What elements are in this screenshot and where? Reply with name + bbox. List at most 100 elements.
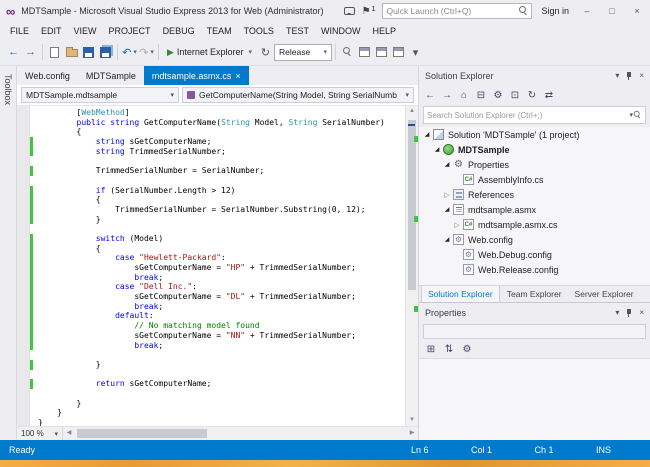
properties-grid[interactable] bbox=[419, 358, 650, 440]
scrollbar-thumb[interactable] bbox=[77, 429, 207, 438]
editor-horizontal-scrollbar[interactable]: ◀ ▶ bbox=[63, 427, 418, 440]
menu-window[interactable]: WINDOW bbox=[315, 24, 367, 38]
code-line[interactable]: string sGetComputerName; bbox=[30, 137, 405, 147]
minimize-button[interactable]: – bbox=[578, 6, 596, 16]
refresh-icon[interactable]: ↻ bbox=[524, 90, 540, 101]
save-icon[interactable] bbox=[80, 42, 97, 62]
close-pane-icon[interactable]: × bbox=[639, 71, 644, 80]
navigate-forward-icon[interactable]: → bbox=[439, 90, 455, 101]
refresh-icon[interactable]: ↻ bbox=[257, 42, 274, 62]
tab-web-config[interactable]: Web.config bbox=[17, 66, 78, 85]
sync-with-active-document-icon[interactable]: ⇄ bbox=[541, 90, 557, 101]
undo-dropdown-icon[interactable]: ▾ bbox=[133, 48, 137, 56]
zoom-control[interactable]: 100 % ▾ bbox=[17, 427, 63, 440]
close-button[interactable]: × bbox=[628, 6, 646, 16]
code-area[interactable]: [WebMethod] public string GetComputerNam… bbox=[30, 106, 405, 426]
editor-vertical-scrollbar[interactable]: ▲ ▼ bbox=[405, 106, 418, 426]
code-line[interactable]: TrimmedSerialNumber = SerialNumber; bbox=[30, 166, 405, 176]
tool-tab-solution-explorer[interactable]: Solution Explorer bbox=[421, 286, 500, 302]
quick-launch-box[interactable] bbox=[382, 3, 532, 19]
tree-item-mdtsample-asmx-cs[interactable]: ▷mdtsample.asmx.cs bbox=[419, 217, 650, 232]
home-icon[interactable]: ⌂ bbox=[456, 90, 472, 101]
code-line[interactable]: sGetComputerName = "HP" + TrimmedSerialN… bbox=[30, 263, 405, 273]
code-line[interactable]: } bbox=[30, 360, 405, 370]
properties-icon[interactable]: ⚙ bbox=[490, 90, 506, 101]
scrollbar-thumb[interactable] bbox=[408, 120, 416, 290]
maximize-button[interactable]: □ bbox=[603, 6, 621, 16]
code-line[interactable]: string TrimmedSerialNumber; bbox=[30, 147, 405, 157]
property-pages-icon[interactable]: ⚙ bbox=[459, 344, 475, 355]
code-line[interactable]: [WebMethod] bbox=[30, 108, 405, 118]
search-options-icon[interactable]: ▾ bbox=[626, 111, 633, 119]
code-line[interactable]: case "Dell Inc.": bbox=[30, 282, 405, 292]
code-line[interactable] bbox=[30, 176, 405, 186]
toolbar-options-icon[interactable]: ▾ bbox=[407, 42, 424, 62]
tab-mdtsample-asmx-cs[interactable]: mdtsample.asmx.cs× bbox=[144, 66, 249, 85]
close-tab-icon[interactable]: × bbox=[235, 71, 240, 81]
code-line[interactable]: { bbox=[30, 195, 405, 205]
code-line[interactable]: return sGetComputerName; bbox=[30, 379, 405, 389]
solution-explorer-search-input[interactable] bbox=[427, 111, 626, 120]
code-line[interactable] bbox=[30, 156, 405, 166]
tree-item-assemblyinfo-cs[interactable]: AssemblyInfo.cs bbox=[419, 172, 650, 187]
solution-explorer-search-box[interactable]: ▾ bbox=[423, 106, 646, 124]
save-all-icon[interactable] bbox=[97, 42, 114, 62]
menu-team[interactable]: TEAM bbox=[201, 24, 238, 38]
code-line[interactable]: sGetComputerName = "NN" + TrimmedSerialN… bbox=[30, 331, 405, 341]
code-line[interactable]: break; bbox=[30, 273, 405, 283]
menu-help[interactable]: HELP bbox=[366, 24, 402, 38]
code-line[interactable]: public string GetComputerName(String Mod… bbox=[30, 118, 405, 128]
code-line[interactable] bbox=[30, 224, 405, 234]
scroll-up-icon[interactable]: ▲ bbox=[406, 106, 418, 117]
window-position-icon[interactable]: ▾ bbox=[615, 308, 619, 317]
menu-file[interactable]: FILE bbox=[4, 24, 35, 38]
tool-tab-team-explorer[interactable]: Team Explorer bbox=[501, 286, 568, 302]
menu-tools[interactable]: TOOLS bbox=[238, 24, 280, 38]
categorized-icon[interactable]: ⊞ bbox=[423, 344, 439, 355]
indicator-margin[interactable] bbox=[17, 106, 30, 426]
code-line[interactable]: sGetComputerName = "DL" + TrimmedSerialN… bbox=[30, 292, 405, 302]
scroll-left-icon[interactable]: ◀ bbox=[63, 427, 75, 440]
tree-item-web-release-config[interactable]: Web.Release.config bbox=[419, 262, 650, 277]
tree-item-references[interactable]: ▷References bbox=[419, 187, 650, 202]
scroll-right-icon[interactable]: ▶ bbox=[406, 427, 418, 440]
code-line[interactable] bbox=[30, 389, 405, 399]
navigate-back-icon[interactable]: ← bbox=[422, 90, 438, 101]
tree-item-mdtsample[interactable]: ◢MDTSample bbox=[419, 142, 650, 157]
tree-expanded-icon[interactable]: ◢ bbox=[432, 146, 442, 153]
tree-item-web-debug-config[interactable]: Web.Debug.config bbox=[419, 247, 650, 262]
menu-project[interactable]: PROJECT bbox=[103, 24, 157, 38]
tree-expanded-icon[interactable]: ◢ bbox=[442, 236, 452, 243]
notifications-button[interactable]: ⚑ 1 bbox=[362, 6, 376, 17]
code-line[interactable]: switch (Model) bbox=[30, 234, 405, 244]
properties-object-dropdown[interactable] bbox=[423, 324, 646, 339]
redo-dropdown-icon[interactable]: ▾ bbox=[150, 48, 154, 56]
new-file-icon[interactable] bbox=[46, 42, 63, 62]
tree-item-mdtsample-asmx[interactable]: ◢mdtsample.asmx bbox=[419, 202, 650, 217]
tree-item-web-config[interactable]: ◢Web.config bbox=[419, 232, 650, 247]
code-line[interactable]: { bbox=[30, 127, 405, 137]
navigate-forward-icon[interactable]: → bbox=[22, 42, 39, 62]
properties-window-icon[interactable] bbox=[373, 42, 390, 62]
tree-expanded-icon[interactable]: ◢ bbox=[442, 206, 452, 213]
collapse-all-icon[interactable]: ⊟ bbox=[473, 90, 489, 101]
code-line[interactable]: } bbox=[30, 215, 405, 225]
undo-button[interactable]: ↶▾ bbox=[121, 42, 138, 62]
code-line[interactable] bbox=[30, 350, 405, 360]
code-line[interactable]: { bbox=[30, 244, 405, 254]
code-line[interactable]: break; bbox=[30, 341, 405, 351]
code-line[interactable]: if (SerialNumber.Length > 12) bbox=[30, 186, 405, 196]
code-line[interactable]: TrimmedSerialNumber = SerialNumber.Subst… bbox=[30, 205, 405, 215]
tree-expanded-icon[interactable]: ◢ bbox=[422, 131, 432, 138]
feedback-icon[interactable] bbox=[344, 7, 355, 15]
solution-explorer-button-icon[interactable] bbox=[356, 42, 373, 62]
solution-configurations-select[interactable]: Release ▾ bbox=[274, 44, 332, 61]
menu-debug[interactable]: DEBUG bbox=[157, 24, 201, 38]
open-file-icon[interactable] bbox=[63, 42, 80, 62]
tree-collapsed-icon[interactable]: ▷ bbox=[442, 191, 452, 199]
pin-icon[interactable] bbox=[625, 71, 633, 81]
navigate-backward-icon[interactable]: ← bbox=[5, 42, 22, 62]
redo-button[interactable]: ↷▾ bbox=[138, 42, 155, 62]
menu-test[interactable]: TEST bbox=[280, 24, 315, 38]
code-line[interactable]: } bbox=[30, 418, 405, 426]
